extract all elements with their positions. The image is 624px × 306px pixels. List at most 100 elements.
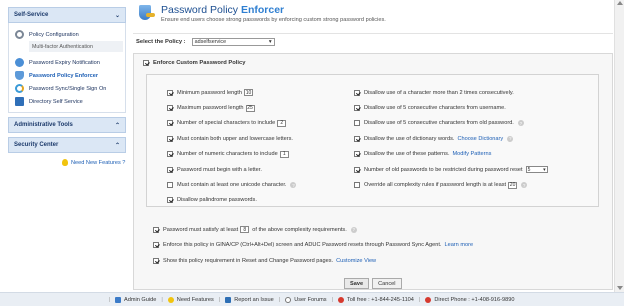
rule-label: Disallow the use of these patterns.: [364, 151, 450, 158]
modify-patterns-link[interactable]: Modify Patterns: [453, 151, 492, 157]
vertical-scrollbar[interactable]: [614, 0, 624, 292]
rule-patterns: Disallow the use of these patterns. Modi…: [354, 147, 548, 162]
sidebar-item-password-policy-enforcer[interactable]: Password Policy Enforcer: [9, 69, 125, 82]
rule-label-suffix: of the above complexity requirements.: [252, 226, 347, 233]
learn-more-link[interactable]: Learn more: [444, 242, 473, 248]
rule-label: Minimum password length: [177, 89, 242, 96]
rule-label: Override all complexity rules if passwor…: [364, 182, 507, 189]
rule-checkbox[interactable]: [354, 166, 360, 173]
rule-checkbox[interactable]: [167, 89, 173, 96]
cancel-button[interactable]: Cancel: [372, 278, 402, 289]
clock-icon: [15, 58, 24, 67]
user-forums-label: User Forums: [294, 296, 327, 303]
old-passwords-select[interactable]: 5 ▾: [525, 166, 548, 174]
gear-icon: [15, 30, 24, 39]
sidebar: Self-Service ⌄ Policy Configuration Mult…: [8, 7, 126, 166]
self-service-header[interactable]: Self-Service ⌄: [8, 7, 126, 23]
page-header: Password Policy Enforcer Ensure end user…: [133, 3, 613, 29]
help-icon[interactable]: ?: [290, 182, 297, 189]
admin-guide-link[interactable]: Admin Guide: [115, 296, 156, 303]
chevron-up-icon[interactable]: ⌃: [115, 122, 120, 129]
policy-panel: Enforce Custom Password Policy Minimum p…: [133, 53, 613, 290]
rule-checkbox[interactable]: [354, 135, 360, 142]
dropdown-arrow-icon: ▾: [543, 166, 546, 173]
book-icon: [115, 296, 121, 303]
need-new-features-link[interactable]: Need New Features ?: [62, 159, 126, 166]
phone-icon: [425, 296, 432, 303]
report-issue-link[interactable]: Report an Issue: [225, 296, 274, 303]
rule-checkbox[interactable]: [167, 120, 173, 127]
rules-box: Minimum password length 10 Maximum passw…: [146, 74, 599, 207]
rule-special-chars: Number of special characters to include …: [167, 116, 296, 131]
rule-show-requirement: Show this policy requirement in Reset an…: [153, 253, 473, 269]
rule-begin-letter: Password must begin with a letter.: [167, 162, 296, 177]
rule-checkbox[interactable]: [167, 182, 173, 189]
dropdown-arrow-icon: ▾: [268, 39, 272, 45]
sidebar-item-password-sync[interactable]: Password Sync/Single Sign On: [9, 82, 125, 95]
rule-checkbox[interactable]: [167, 166, 173, 173]
page-title-prefix: Password Policy: [161, 4, 239, 16]
help-icon[interactable]: ?: [517, 120, 524, 127]
rule-label: Password must satisfy at least: [163, 226, 239, 233]
sidebar-item-multi-factor-authentication[interactable]: Multi-factor Authentication: [29, 41, 123, 52]
rule-label: Maximum password length: [177, 105, 244, 112]
security-center-header[interactable]: Security Center ⌃: [8, 137, 126, 153]
help-icon[interactable]: ?: [350, 226, 357, 233]
choose-dictionary-link[interactable]: Choose Dictionary: [457, 136, 503, 142]
max-length-input[interactable]: 25: [245, 104, 255, 112]
rule-checkbox[interactable]: [153, 242, 159, 249]
rule-checkbox[interactable]: [354, 182, 360, 189]
enforce-custom-policy-checkbox[interactable]: [143, 60, 149, 66]
rule-old-passwords: Number of old passwords to be restricted…: [354, 162, 548, 177]
rule-dictionary-words: Disallow the use of dictionary words. Ch…: [354, 131, 548, 146]
override-length-input[interactable]: 20: [508, 181, 518, 189]
customize-view-link[interactable]: Customize View: [336, 258, 376, 264]
chevron-down-icon[interactable]: ⌄: [115, 12, 120, 19]
rule-checkbox[interactable]: [153, 257, 159, 264]
rule-label: Disallow use of a character more than 2 …: [364, 89, 514, 96]
sidebar-item-label: Directory Self Service: [29, 98, 83, 105]
special-chars-input[interactable]: 2: [277, 119, 287, 127]
divider: [133, 33, 613, 34]
rule-old-password-chars: Disallow use of 5 consecutive characters…: [354, 116, 548, 131]
rule-checkbox[interactable]: [153, 226, 159, 233]
rule-label: Number of numeric characters to include: [177, 151, 278, 158]
rule-upper-lower: Must contain both upper and lowercase le…: [167, 131, 296, 146]
min-length-input[interactable]: 10: [243, 89, 253, 97]
page-subtitle: Ensure end users choose strong passwords…: [161, 17, 386, 23]
rule-label: Show this policy requirement in Reset an…: [163, 257, 334, 264]
rule-override-length: Override all complexity rules if passwor…: [354, 177, 548, 192]
sync-icon: [15, 84, 24, 93]
chevron-up-icon[interactable]: ⌃: [115, 142, 120, 149]
sidebar-item-directory-self-service[interactable]: Directory Self Service: [9, 95, 125, 108]
enforce-custom-policy-row: Enforce Custom Password Policy: [143, 60, 245, 66]
help-icon[interactable]: ?: [521, 182, 528, 189]
sidebar-item-password-expiry-notification[interactable]: Password Expiry Notification: [9, 56, 125, 69]
scroll-down-icon[interactable]: [617, 286, 623, 290]
rule-checkbox[interactable]: [167, 135, 173, 142]
rule-checkbox[interactable]: [354, 120, 360, 127]
scroll-up-icon[interactable]: [617, 1, 623, 5]
toll-free-phone: Toll free : +1-844-245-1104: [338, 296, 414, 303]
user-forums-link[interactable]: User Forums: [285, 296, 327, 303]
save-button[interactable]: Save: [344, 278, 370, 289]
need-features-link[interactable]: Need Features: [167, 296, 214, 303]
rule-label: Password must begin with a letter.: [177, 166, 262, 173]
rule-checkbox[interactable]: [354, 105, 360, 112]
bug-icon: [225, 296, 232, 303]
complexity-count-input[interactable]: 8: [240, 226, 250, 234]
rule-checkbox[interactable]: [167, 105, 173, 112]
administrative-tools-header[interactable]: Administrative Tools ⌃: [8, 117, 126, 133]
rule-checkbox[interactable]: [354, 151, 360, 158]
help-icon[interactable]: ?: [507, 135, 514, 142]
sidebar-item-policy-configuration[interactable]: Policy Configuration: [9, 28, 125, 41]
main-content: Password Policy Enforcer Ensure end user…: [133, 3, 613, 290]
policy-select[interactable]: adselfservice ▾: [191, 38, 275, 46]
lightbulb-icon: [167, 296, 174, 303]
numeric-chars-input[interactable]: 1: [279, 150, 289, 158]
rule-checkbox[interactable]: [167, 151, 173, 158]
rule-checkbox[interactable]: [167, 197, 173, 204]
administrative-tools-title: Administrative Tools: [14, 122, 73, 128]
direct-phone: Direct Phone : +1-408-916-9890: [425, 296, 514, 303]
rule-checkbox[interactable]: [354, 89, 360, 96]
